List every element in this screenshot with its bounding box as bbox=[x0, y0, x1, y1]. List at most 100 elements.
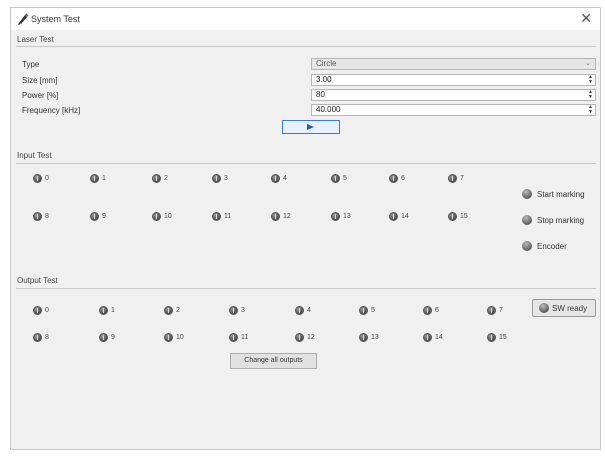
led-icon bbox=[33, 173, 42, 183]
led-icon bbox=[487, 332, 496, 342]
output-led-7[interactable]: 7 bbox=[487, 304, 503, 316]
system-test-window: System Test ✕ Laser Test Type Circle ⌄ S… bbox=[10, 7, 601, 450]
play-icon bbox=[307, 124, 314, 130]
input-led-8: 8 bbox=[33, 210, 49, 222]
input-led-2: 2 bbox=[152, 172, 168, 184]
output-led-1[interactable]: 1 bbox=[99, 304, 115, 316]
output-led-8[interactable]: 8 bbox=[33, 331, 49, 343]
input-led-9: 9 bbox=[90, 210, 106, 222]
input-led-15: 15 bbox=[448, 210, 468, 222]
led-icon bbox=[271, 173, 280, 183]
input-led-6: 6 bbox=[389, 172, 405, 184]
power-value: 80 bbox=[316, 90, 325, 99]
led-icon bbox=[359, 305, 368, 315]
type-label: Type bbox=[22, 60, 40, 69]
status-led-icon bbox=[522, 241, 532, 251]
input-led-3: 3 bbox=[212, 172, 228, 184]
output-led-6[interactable]: 6 bbox=[423, 304, 439, 316]
input-led-13: 13 bbox=[331, 210, 351, 222]
output-led-0[interactable]: 0 bbox=[33, 304, 49, 316]
led-icon bbox=[487, 305, 496, 315]
start-marking-indicator: Start marking bbox=[522, 188, 585, 200]
sw-ready-button[interactable]: SW ready bbox=[532, 299, 596, 317]
status-led-icon bbox=[539, 303, 549, 313]
spin-arrows-icon[interactable]: ▲ ▼ bbox=[587, 105, 594, 115]
led-icon bbox=[389, 211, 398, 221]
divider bbox=[16, 288, 596, 289]
type-select[interactable]: Circle ⌄ bbox=[311, 58, 596, 70]
led-icon bbox=[33, 211, 42, 221]
window-title: System Test bbox=[31, 14, 80, 24]
output-led-10[interactable]: 10 bbox=[164, 331, 184, 343]
status-led-icon bbox=[522, 189, 532, 199]
change-all-outputs-button[interactable]: Change all outputs bbox=[230, 353, 317, 369]
laser-pen-icon bbox=[18, 13, 29, 25]
size-spinbox[interactable]: 3.00 ▲ ▼ bbox=[311, 74, 596, 86]
led-icon bbox=[152, 173, 161, 183]
close-icon[interactable]: ✕ bbox=[580, 11, 592, 25]
led-icon bbox=[90, 173, 99, 183]
led-icon bbox=[33, 332, 42, 342]
led-icon bbox=[359, 332, 368, 342]
divider bbox=[16, 46, 596, 47]
input-led-10: 10 bbox=[152, 210, 172, 222]
stop-marking-indicator: Stop marking bbox=[522, 214, 584, 226]
led-icon bbox=[448, 211, 457, 221]
input-led-14: 14 bbox=[389, 210, 409, 222]
power-label: Power [%] bbox=[22, 91, 59, 100]
spin-arrows-icon[interactable]: ▲ ▼ bbox=[587, 75, 594, 85]
input-test-label: Input Test bbox=[17, 151, 52, 160]
type-value: Circle bbox=[316, 59, 337, 68]
frequency-value: 40.000 bbox=[316, 105, 341, 114]
output-led-12[interactable]: 12 bbox=[295, 331, 315, 343]
led-icon bbox=[295, 305, 304, 315]
led-icon bbox=[33, 305, 42, 315]
led-icon bbox=[164, 332, 173, 342]
led-icon bbox=[331, 211, 340, 221]
output-led-15[interactable]: 15 bbox=[487, 331, 507, 343]
led-icon bbox=[389, 173, 398, 183]
led-icon bbox=[212, 211, 221, 221]
input-led-5: 5 bbox=[331, 172, 347, 184]
size-label: Size [mm] bbox=[22, 76, 58, 85]
spin-arrows-icon[interactable]: ▲ ▼ bbox=[587, 90, 594, 100]
led-icon bbox=[271, 211, 280, 221]
input-led-4: 4 bbox=[271, 172, 287, 184]
output-led-11[interactable]: 11 bbox=[229, 331, 248, 343]
output-led-3[interactable]: 3 bbox=[229, 304, 245, 316]
input-led-0: 0 bbox=[33, 172, 49, 184]
input-led-11: 11 bbox=[212, 210, 231, 222]
led-icon bbox=[90, 211, 99, 221]
output-led-2[interactable]: 2 bbox=[164, 304, 180, 316]
frequency-label: Frequency [kHz] bbox=[22, 106, 81, 115]
input-led-1: 1 bbox=[90, 172, 106, 184]
led-icon bbox=[331, 173, 340, 183]
led-icon bbox=[212, 173, 221, 183]
output-led-4[interactable]: 4 bbox=[295, 304, 311, 316]
start-laser-test-button[interactable] bbox=[282, 120, 340, 134]
frequency-spinbox[interactable]: 40.000 ▲ ▼ bbox=[311, 104, 596, 116]
led-icon bbox=[99, 305, 108, 315]
led-icon bbox=[448, 173, 457, 183]
title-bar: System Test ✕ bbox=[11, 8, 600, 30]
power-spinbox[interactable]: 80 ▲ ▼ bbox=[311, 89, 596, 101]
led-icon bbox=[164, 305, 173, 315]
led-icon bbox=[152, 211, 161, 221]
output-led-13[interactable]: 13 bbox=[359, 331, 379, 343]
led-icon bbox=[423, 332, 432, 342]
laser-test-label: Laser Test bbox=[17, 35, 54, 44]
status-led-icon bbox=[522, 215, 532, 225]
led-icon bbox=[229, 332, 238, 342]
output-led-9[interactable]: 9 bbox=[99, 331, 115, 343]
led-icon bbox=[229, 305, 238, 315]
output-led-14[interactable]: 14 bbox=[423, 331, 443, 343]
input-led-7: 7 bbox=[448, 172, 464, 184]
size-value: 3.00 bbox=[316, 75, 332, 84]
sw-ready-label: SW ready bbox=[552, 303, 588, 313]
led-icon bbox=[423, 305, 432, 315]
divider bbox=[16, 163, 596, 164]
output-test-label: Output Test bbox=[17, 276, 58, 285]
output-led-5[interactable]: 5 bbox=[359, 304, 375, 316]
encoder-indicator: Encoder bbox=[522, 240, 567, 252]
input-led-12: 12 bbox=[271, 210, 291, 222]
